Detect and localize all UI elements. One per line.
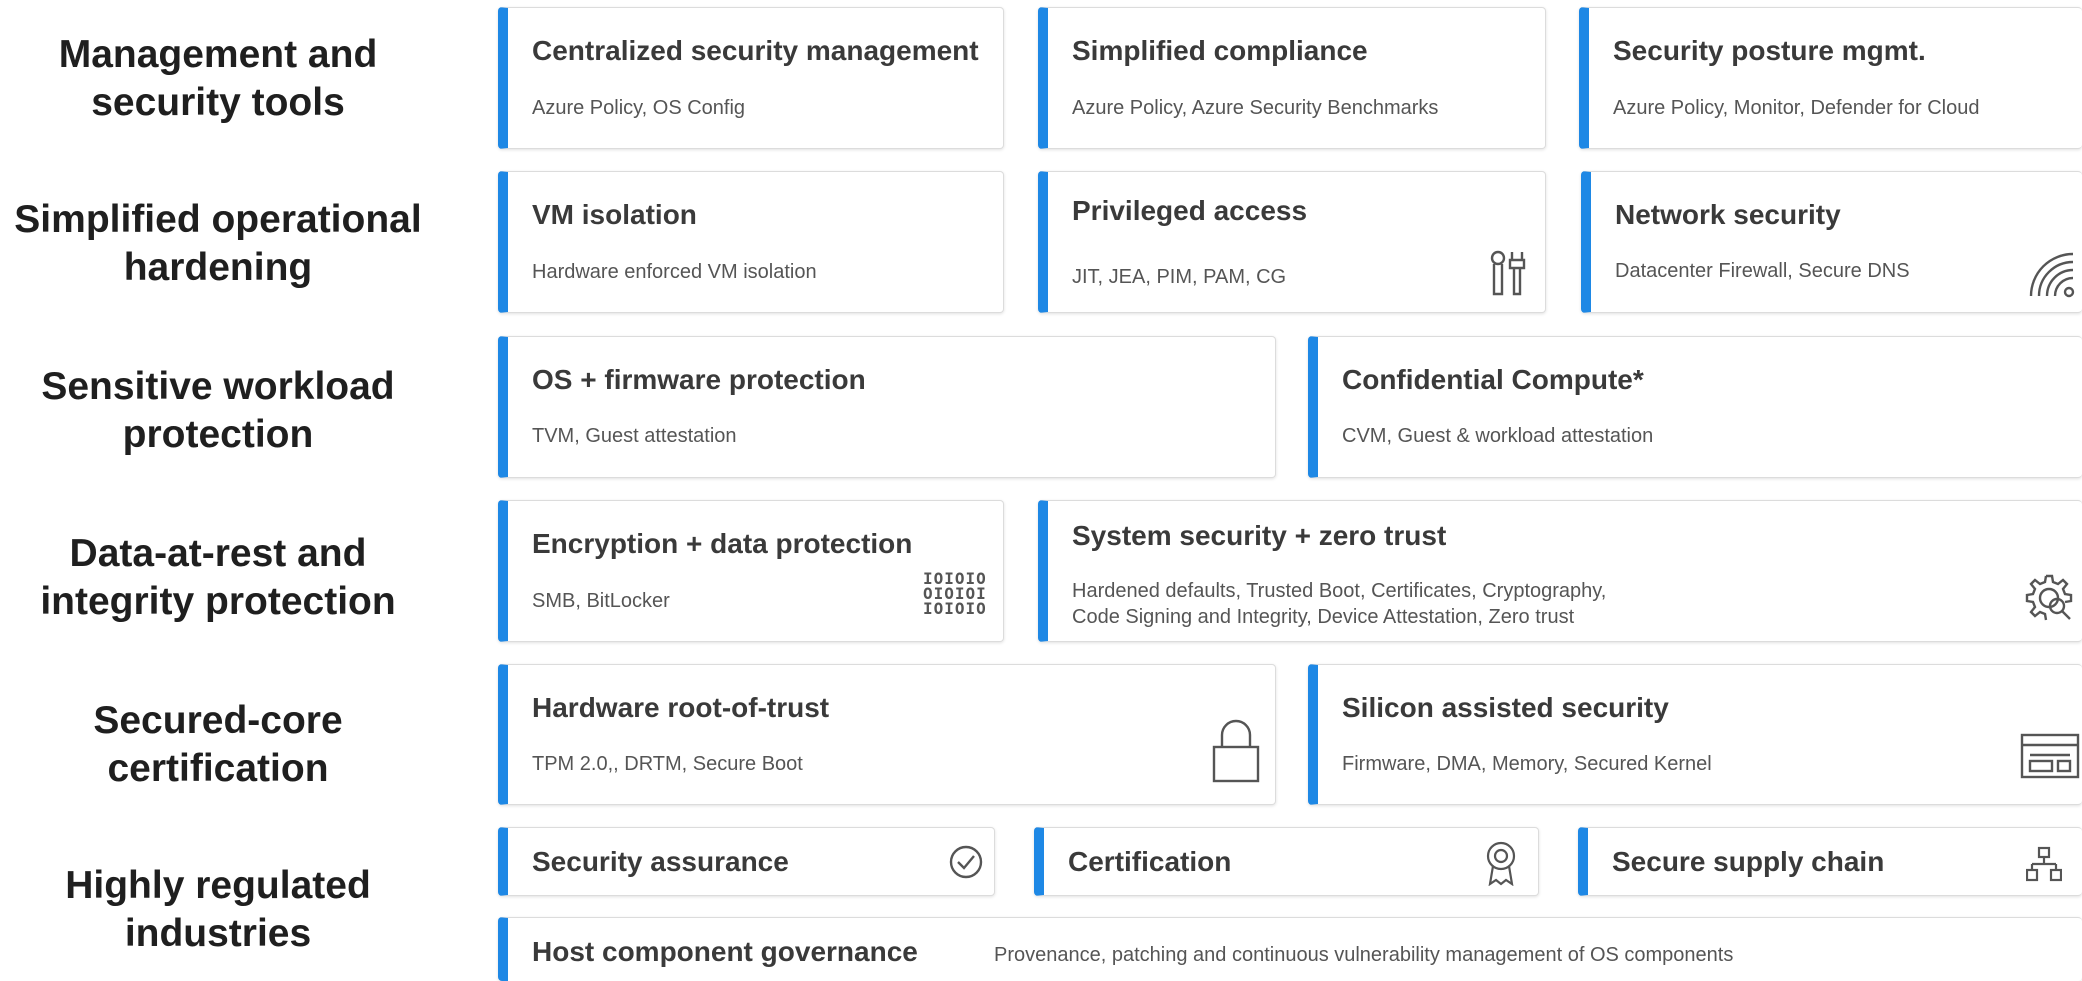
card-hardware-root-of-trust: Hardware root-of-trust TPM 2.0,, DRTM, S…	[498, 664, 1276, 805]
hardware-board-icon	[2020, 733, 2080, 784]
card-certification: Certification	[1034, 827, 1539, 896]
card-title: Simplified compliance	[1072, 35, 1368, 66]
binary-data-icon: IOIOIO OIOIOI IOIOIO	[923, 571, 987, 618]
card-system-security-zero-trust: System security + zero trust Hardened de…	[1038, 500, 2082, 642]
gear-search-icon	[2024, 573, 2074, 628]
card-simplified-compliance: Simplified compliance Azure Policy, Azur…	[1038, 7, 1546, 149]
network-signal-icon	[2027, 250, 2077, 305]
card-title: System security + zero trust	[1072, 520, 1447, 551]
card-subtitle: Provenance, patching and continuous vuln…	[994, 944, 1734, 966]
row-label-secured-core: Secured-core certification	[0, 697, 436, 793]
card-subtitle: Hardened defaults, Trusted Boot, Certifi…	[1072, 578, 1606, 630]
card-subtitle: Firmware, DMA, Memory, Secured Kernel	[1342, 753, 1712, 775]
row-label-regulated: Highly regulated industries	[0, 862, 436, 958]
hierarchy-icon	[2025, 846, 2063, 887]
card-security-assurance: Security assurance	[498, 827, 995, 896]
row-label-line: Secured-core	[93, 699, 343, 742]
lock-icon	[1212, 719, 1260, 788]
card-title: Centralized security management	[532, 35, 979, 66]
row-label-line: security tools	[91, 81, 345, 124]
card-subtitle: TVM, Guest attestation	[532, 425, 737, 447]
card-title: OS + firmware protection	[532, 364, 866, 395]
card-subtitle: Azure Policy, Monitor, Defender for Clou…	[1613, 97, 1980, 119]
card-subtitle: JIT, JEA, PIM, PAM, CG	[1072, 266, 1287, 288]
card-subtitle: Azure Policy, Azure Security Benchmarks	[1072, 97, 1439, 119]
binary-line: IOIOIO	[923, 599, 987, 618]
row-label-line: Sensitive workload	[41, 365, 395, 408]
card-title: Security assurance	[532, 846, 789, 877]
check-circle-icon	[948, 844, 984, 885]
row-label-workload: Sensitive workload protection	[0, 363, 436, 459]
card-os-firmware-protection: OS + firmware protection TVM, Guest atte…	[498, 336, 1276, 478]
card-title: Secure supply chain	[1612, 846, 1885, 877]
card-silicon-assisted-security: Silicon assisted security Firmware, DMA,…	[1308, 664, 2082, 805]
card-privileged-access: Privileged access JIT, JEA, PIM, PAM, CG	[1038, 171, 1546, 313]
card-title: VM isolation	[532, 199, 697, 230]
row-label-line: Simplified operational	[14, 198, 422, 241]
card-title: Network security	[1615, 199, 1841, 230]
card-title: Encryption + data protection	[532, 528, 913, 559]
card-subtitle: Datacenter Firewall, Secure DNS	[1615, 260, 1910, 282]
card-subtitle: CVM, Guest & workload attestation	[1342, 425, 1654, 447]
row-label-line: certification	[107, 747, 329, 790]
row-label-line: industries	[124, 912, 312, 955]
row-label-line: Data-at-rest and	[69, 532, 367, 575]
card-subtitle: TPM 2.0,, DRTM, Secure Boot	[532, 753, 803, 775]
card-centralized-security-management: Centralized security management Azure Po…	[498, 7, 1004, 149]
card-title: Certification	[1068, 846, 1232, 877]
card-title: Hardware root-of-trust	[532, 692, 830, 723]
card-subtitle-line: Code Signing and Integrity, Device Attes…	[1072, 606, 1575, 628]
card-subtitle: Azure Policy, OS Config	[532, 97, 746, 119]
row-label-line: Highly regulated	[65, 864, 371, 907]
card-secure-supply-chain: Secure supply chain	[1578, 827, 2082, 896]
card-title: Privileged access	[1072, 195, 1308, 226]
tools-icon	[1488, 250, 1528, 303]
row-label-line: Management and	[58, 33, 378, 76]
certificate-badge-icon	[1484, 840, 1518, 891]
row-label-management: Management and security tools	[0, 31, 436, 127]
card-title: Host component governance	[532, 936, 918, 967]
card-subtitle: SMB, BitLocker	[532, 590, 670, 612]
row-label-hardening: Simplified operational hardening	[0, 196, 436, 292]
card-host-component-governance: Host component governance Provenance, pa…	[498, 917, 2082, 981]
card-network-security: Network security Datacenter Firewall, Se…	[1581, 171, 2082, 313]
card-subtitle-line: Hardened defaults, Trusted Boot, Certifi…	[1072, 580, 1607, 602]
row-label-line: protection	[122, 413, 314, 456]
row-label-line: hardening	[123, 246, 313, 289]
card-confidential-compute: Confidential Compute* CVM, Guest & workl…	[1308, 336, 2082, 478]
row-label-data-at-rest: Data-at-rest and integrity protection	[0, 530, 436, 626]
card-security-posture: Security posture mgmt. Azure Policy, Mon…	[1579, 7, 2082, 149]
card-title: Security posture mgmt.	[1613, 35, 1926, 66]
card-title: Confidential Compute*	[1342, 364, 1644, 395]
card-vm-isolation: VM isolation Hardware enforced VM isolat…	[498, 171, 1004, 313]
card-encryption-data-protection: Encryption + data protection SMB, BitLoc…	[498, 500, 1004, 642]
card-subtitle: Hardware enforced VM isolation	[532, 261, 817, 283]
row-label-line: integrity protection	[40, 580, 396, 623]
card-title: Silicon assisted security	[1342, 692, 1669, 723]
